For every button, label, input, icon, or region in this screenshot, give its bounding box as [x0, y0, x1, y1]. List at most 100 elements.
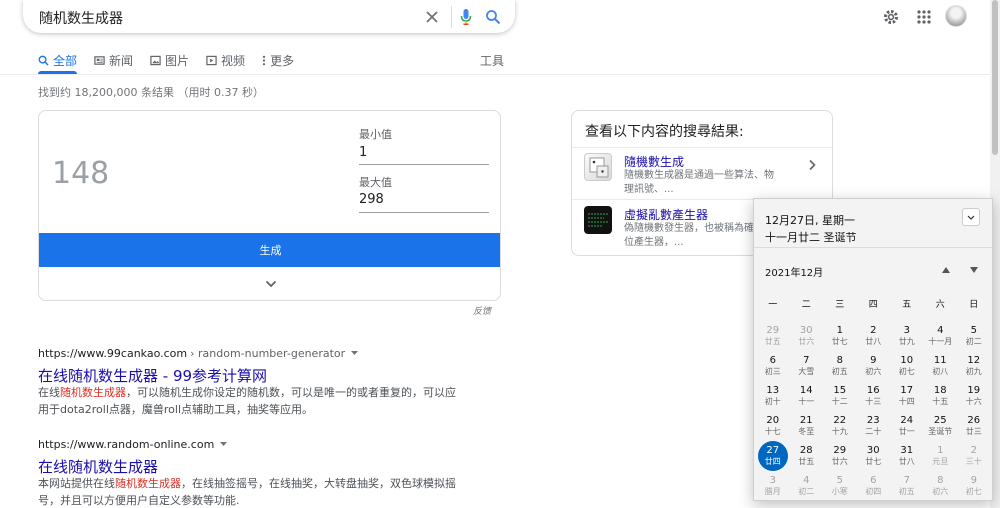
- calendar-day[interactable]: 2 廿八: [858, 321, 888, 351]
- clear-icon[interactable]: [421, 6, 443, 28]
- calendar-weekday: 六: [935, 300, 945, 310]
- calendar-day-number: 20: [766, 415, 780, 426]
- kp-item-title[interactable]: 虛擬亂數產生器: [624, 206, 708, 223]
- calendar-day[interactable]: 31 廿八: [892, 441, 922, 471]
- calendar-day[interactable]: 19 十六: [959, 381, 989, 411]
- calendar-day[interactable]: 2 三十: [959, 441, 989, 471]
- calendar-day[interactable]: 15 十二: [825, 381, 855, 411]
- calendar-day[interactable]: 3 廿九: [892, 321, 922, 351]
- calendar-day[interactable]: 8 初六: [925, 471, 955, 501]
- calendar-day[interactable]: 4 十一月: [925, 321, 955, 351]
- max-input[interactable]: 298: [359, 192, 384, 207]
- calendar-day[interactable]: 25 圣诞节: [925, 411, 955, 441]
- apps-grid-icon[interactable]: [913, 5, 935, 29]
- calendar-day[interactable]: 30 廿七: [858, 441, 888, 471]
- generate-button[interactable]: 生成: [39, 233, 500, 267]
- calendar-day[interactable]: 12 初九: [959, 351, 989, 381]
- calendar-day-number: 17: [900, 385, 914, 396]
- calendar-day[interactable]: 5 小寒: [825, 471, 855, 501]
- calendar-day-number: 25: [933, 415, 947, 426]
- tab-news[interactable]: 新闻: [94, 51, 133, 69]
- calendar-day[interactable]: 23 二十: [858, 411, 888, 441]
- min-input[interactable]: 1: [359, 145, 367, 160]
- search-icon[interactable]: [482, 6, 504, 28]
- settings-gear-icon[interactable]: [880, 5, 902, 29]
- expand-button[interactable]: [39, 267, 500, 300]
- calendar-day[interactable]: 24 廿一: [892, 411, 922, 441]
- caret-down-icon[interactable]: [351, 351, 359, 356]
- divider: [572, 147, 832, 148]
- calendar-lunar-day: 廿七: [831, 337, 848, 346]
- calendar-weekday: 五: [902, 300, 912, 310]
- calendar-day-number: 4: [937, 325, 944, 336]
- calendar-day[interactable]: 6 初四: [858, 471, 888, 501]
- calendar-day[interactable]: 4 初二: [791, 471, 821, 501]
- collapse-button[interactable]: [962, 208, 980, 226]
- calendar-day[interactable]: 8 初五: [825, 351, 855, 381]
- calendar-day[interactable]: 10 初七: [892, 351, 922, 381]
- calendar-month-label[interactable]: 2021年12月: [765, 264, 823, 279]
- calendar-day-number: 26: [967, 415, 981, 426]
- dice-thumbnail[interactable]: [584, 153, 612, 181]
- result-title-link[interactable]: 在线随机数生成器 - 99参考计算网: [38, 365, 267, 386]
- calendar-day[interactable]: 16 十三: [858, 381, 888, 411]
- scrollbar-thumb[interactable]: [992, 0, 998, 155]
- calendar-lunar-day: 廿四: [764, 457, 781, 466]
- calendar-day[interactable]: 9 初六: [858, 351, 888, 381]
- terminal-thumbnail[interactable]: [584, 206, 612, 234]
- calendar-day[interactable]: 7 大雪: [791, 351, 821, 381]
- chevron-right-icon[interactable]: [808, 159, 816, 175]
- calendar-day[interactable]: 26 廿三: [959, 411, 989, 441]
- calendar-weekday: 二: [801, 300, 811, 310]
- search-bar[interactable]: 随机数生成器: [23, 0, 515, 33]
- tools-button[interactable]: 工具: [480, 52, 504, 69]
- calendar-day[interactable]: 1 廿七: [825, 321, 855, 351]
- calendar-day[interactable]: 13 初十: [758, 381, 788, 411]
- tab-more[interactable]: 更多: [262, 51, 294, 69]
- result-path: › random-number-generator: [190, 347, 346, 360]
- calendar-day[interactable]: 7 初五: [892, 471, 922, 501]
- next-month-button[interactable]: [968, 265, 980, 275]
- calendar-day[interactable]: 1 元旦: [925, 441, 955, 471]
- tab-all[interactable]: 全部: [38, 51, 77, 69]
- calendar-day[interactable]: 21 冬至: [791, 411, 821, 441]
- tab-images[interactable]: 图片: [150, 51, 189, 69]
- calendar-lunar-day: 廿五: [798, 457, 815, 466]
- calendar-day-number: 7: [903, 475, 910, 486]
- calendar-day[interactable]: 6 初三: [758, 351, 788, 381]
- calendar-day[interactable]: 29 廿五: [758, 321, 788, 351]
- kp-item-title[interactable]: 隨機數生成: [624, 153, 684, 170]
- result-snippet: 本网站提供在线随机数生成器，在线抽签摇号，在线抽奖，大转盘抽奖，双色球模拟摇号，…: [38, 475, 458, 508]
- tab-label: 图片: [165, 53, 190, 68]
- calendar-date-heading[interactable]: 12月27日, 星期一: [765, 212, 855, 228]
- result-title-link[interactable]: 在线随机数生成器: [38, 456, 158, 477]
- calendar-day-number: 18: [933, 385, 947, 396]
- search-input[interactable]: 随机数生成器: [39, 8, 123, 28]
- feedback-link[interactable]: 反馈: [473, 304, 491, 317]
- calendar-lunar-day: 小寒: [831, 487, 848, 496]
- microphone-icon[interactable]: [455, 6, 477, 28]
- calendar-day[interactable]: 22 十九: [825, 411, 855, 441]
- account-avatar[interactable]: [945, 5, 967, 27]
- calendar-day[interactable]: 3 腊月: [758, 471, 788, 501]
- calendar-day-number: 11: [933, 355, 947, 366]
- calendar-weekday: 一: [768, 300, 778, 310]
- calendar-day[interactable]: 14 十一: [791, 381, 821, 411]
- caret-down-icon[interactable]: [220, 442, 228, 447]
- calendar-lunar-day: 廿八: [898, 457, 915, 466]
- calendar-day[interactable]: 29 廿六: [825, 441, 855, 471]
- calendar-day[interactable]: 5 初二: [959, 321, 989, 351]
- calendar-day[interactable]: 9 初七: [959, 471, 989, 501]
- calendar-day-number: 28: [799, 445, 813, 456]
- calendar-day[interactable]: 30 廿六: [791, 321, 821, 351]
- calendar-day-today[interactable]: 27 廿四: [757, 441, 788, 471]
- previous-month-button[interactable]: [940, 265, 952, 275]
- calendar-day[interactable]: 17 十四: [892, 381, 922, 411]
- calendar-day[interactable]: 18 十五: [925, 381, 955, 411]
- calendar-day[interactable]: 20 十七: [758, 411, 788, 441]
- calendar-day[interactable]: 28 廿五: [791, 441, 821, 471]
- calendar-flyout: 12月27日, 星期一 十一月廿二 圣诞节 2021年12月 一 二 三 四 五 六 日 2…: [753, 198, 993, 501]
- tab-videos[interactable]: 视频: [206, 51, 245, 69]
- calendar-day[interactable]: 11 初八: [925, 351, 955, 381]
- calendar-weekdays: 一二三四五六日: [754, 297, 992, 310]
